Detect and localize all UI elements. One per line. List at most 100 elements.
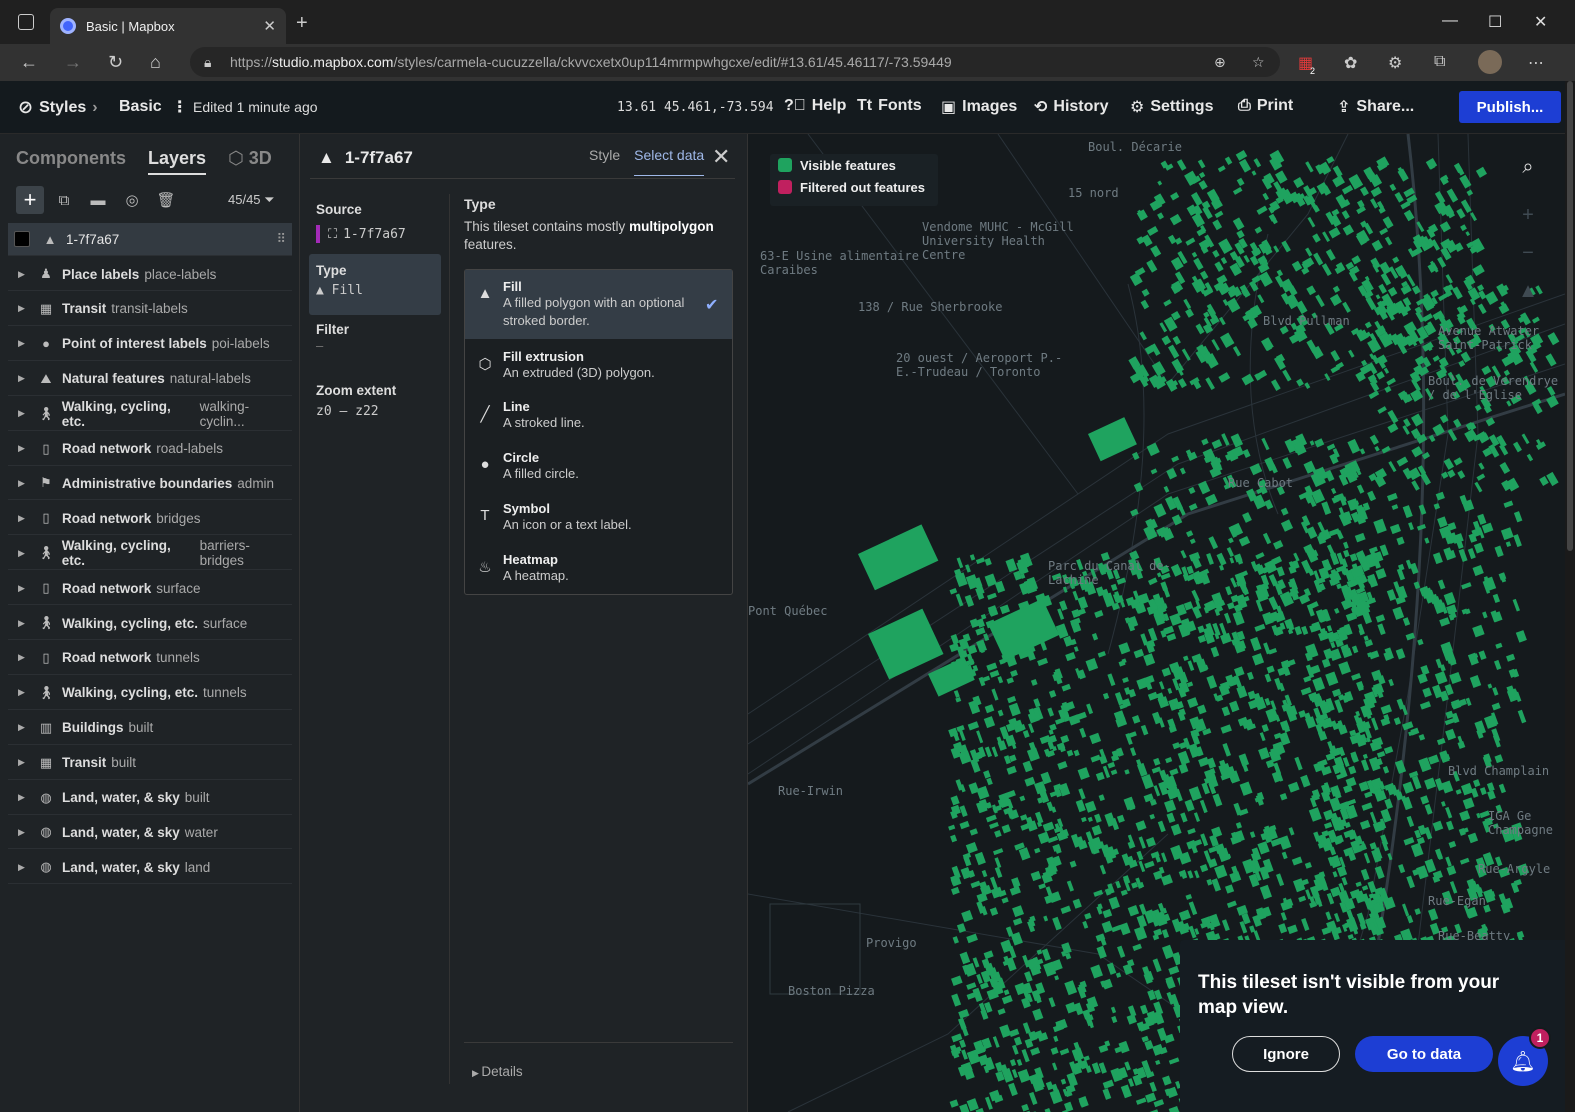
expand-triangle-icon[interactable]: ▶ bbox=[18, 618, 32, 629]
expand-triangle-icon[interactable]: ▶ bbox=[18, 478, 32, 489]
collections-icon[interactable]: ⧉ bbox=[1434, 53, 1445, 71]
drag-handle-icon[interactable]: ⠿ bbox=[276, 231, 285, 247]
zoom-out-icon[interactable]: − bbox=[1513, 242, 1543, 272]
share-button[interactable]: ⇪ Share... bbox=[1337, 97, 1414, 117]
layer-item[interactable]: ▶ ♟ Place labels place-labels bbox=[8, 258, 292, 291]
expand-triangle-icon[interactable]: ▶ bbox=[18, 373, 32, 384]
expand-triangle-icon[interactable]: ▶ bbox=[18, 269, 32, 280]
layer-item[interactable]: ▶ ⚑ Administrative boundaries admin bbox=[8, 467, 292, 501]
extensions-icon[interactable]: ⚙ bbox=[1388, 53, 1402, 73]
expand-triangle-icon[interactable]: ▶ bbox=[18, 687, 32, 698]
tab-select-data[interactable]: Select data bbox=[634, 147, 705, 176]
history-button[interactable]: ⟲ History bbox=[1034, 97, 1109, 117]
expand-triangle-icon[interactable]: ▶ bbox=[18, 443, 32, 454]
map-canvas[interactable]: Boul. Décarie 15 nord Vendome MUHC - McGil… bbox=[748, 134, 1565, 1112]
tab-style[interactable]: Style bbox=[589, 147, 620, 176]
compass-icon[interactable]: ▲ bbox=[1513, 280, 1543, 310]
hide-layer-icon[interactable]: ◎ bbox=[118, 186, 146, 214]
back-icon[interactable]: ← bbox=[20, 52, 38, 73]
zoom-in-icon[interactable]: + bbox=[1513, 204, 1543, 234]
layer-item[interactable]: ▶ 🚶︎ Walking, cycling, etc. tunnels bbox=[8, 677, 292, 710]
url-field[interactable]: 🔒︎ https://studio.mapbox.com/styles/carm… bbox=[190, 47, 1280, 77]
tab-components[interactable]: Components bbox=[16, 148, 126, 175]
expand-triangle-icon[interactable]: ▶ bbox=[18, 722, 32, 733]
scrollbar-thumb[interactable] bbox=[1567, 81, 1573, 551]
images-button[interactable]: ▣ Images bbox=[941, 97, 1017, 117]
layer-item[interactable]: ▶ ▥ Buildings built bbox=[8, 712, 292, 745]
type-option-fill-extrusion[interactable]: ⬡ Fill extrusion An extruded (3D) polygo… bbox=[465, 340, 732, 382]
layer-item[interactable]: ▶ ◍ Land, water, & sky water bbox=[8, 816, 292, 850]
delete-layer-icon[interactable]: 🗑︎ bbox=[152, 186, 180, 214]
layer-item[interactable]: ▶ ▯ Road network bridges bbox=[8, 502, 292, 536]
forward-icon[interactable]: → bbox=[64, 52, 82, 73]
profile-avatar[interactable] bbox=[1478, 50, 1502, 74]
home-icon[interactable]: ⌂ bbox=[150, 52, 161, 73]
type-option-heatmap[interactable]: ♨ Heatmap A heatmap. bbox=[465, 543, 732, 585]
maximize-icon[interactable]: ☐ bbox=[1488, 12, 1502, 32]
type-option-symbol[interactable]: T Symbol An icon or a text label. bbox=[465, 492, 732, 534]
settings-button[interactable]: ⚙ Settings bbox=[1130, 97, 1213, 117]
expand-triangle-icon[interactable]: ▶ bbox=[18, 652, 32, 663]
reload-icon[interactable]: ↻ bbox=[108, 52, 123, 73]
layer-item[interactable]: ▶ ▦ Transit transit-labels bbox=[8, 293, 292, 326]
browser-tab[interactable]: Basic | Mapbox ✕ bbox=[50, 8, 286, 44]
tab-layers[interactable]: Layers bbox=[148, 148, 207, 175]
expand-triangle-icon[interactable]: ▶ bbox=[18, 548, 32, 559]
expand-triangle-icon[interactable]: ▶ bbox=[18, 583, 32, 594]
style-name[interactable]: Basic ⋮ bbox=[119, 97, 188, 117]
add-layer-button[interactable]: + bbox=[16, 186, 44, 214]
layer-item[interactable]: ▶ ● Point of interest labels poi-labels bbox=[8, 328, 292, 361]
layer-item[interactable]: ▶ ⛰ Natural features natural-labels bbox=[8, 363, 292, 396]
close-editor-icon[interactable]: ✕ bbox=[712, 144, 730, 170]
zoom-icon[interactable]: ⊕ bbox=[1214, 54, 1226, 71]
map-search-icon[interactable]: ⌕ bbox=[1513, 156, 1543, 186]
expand-triangle-icon[interactable]: ▶ bbox=[18, 827, 32, 838]
type-option-line[interactable]: ╱ Line A stroked line. bbox=[465, 390, 732, 432]
expand-triangle-icon[interactable]: ▶ bbox=[18, 757, 32, 768]
source-value[interactable]: ⛶ 1-7f7a67 bbox=[316, 225, 406, 243]
type-option-circle[interactable]: ● Circle A filled circle. bbox=[465, 441, 732, 483]
page-scrollbar[interactable] bbox=[1565, 81, 1575, 1112]
layer-item-selected[interactable]: ▲ 1-7f7a67 ⠿ bbox=[8, 223, 292, 256]
layer-item[interactable]: ▶ ▯ Road network surface bbox=[8, 572, 292, 606]
close-window-icon[interactable]: ✕ bbox=[1534, 12, 1547, 32]
symbol-icon: T bbox=[480, 507, 490, 524]
group-folder-icon[interactable]: ▬ bbox=[84, 186, 112, 214]
duplicate-layer-icon[interactable]: ⧉ bbox=[50, 186, 78, 214]
layer-item[interactable]: ▶ ▦ Transit built bbox=[8, 747, 292, 780]
tab-actions-icon[interactable] bbox=[18, 14, 34, 30]
more-menu-icon[interactable]: ⋯ bbox=[1528, 53, 1544, 73]
extension2-icon[interactable]: ✿ bbox=[1344, 53, 1357, 73]
details-toggle[interactable]: ▶ Details bbox=[472, 1064, 523, 1079]
filter-label[interactable]: Filter bbox=[316, 322, 349, 337]
type-option-fill[interactable]: ▲ Fill A filled polygon with an optional… bbox=[465, 270, 732, 339]
print-button[interactable]: ⎙ Print bbox=[1238, 97, 1293, 115]
publish-button[interactable]: Publish... bbox=[1459, 91, 1561, 123]
expand-triangle-icon[interactable]: ▶ bbox=[18, 792, 32, 803]
go-to-data-button[interactable]: Go to data bbox=[1355, 1036, 1493, 1072]
expand-triangle-icon[interactable]: ▶ bbox=[18, 862, 32, 873]
ignore-button[interactable]: Ignore bbox=[1232, 1036, 1340, 1072]
layer-item[interactable]: ▶ ▯ Road network tunnels bbox=[8, 642, 292, 675]
new-tab-icon[interactable]: + bbox=[296, 12, 308, 35]
close-tab-icon[interactable]: ✕ bbox=[263, 17, 276, 35]
fonts-button[interactable]: Tt Fonts bbox=[857, 97, 922, 115]
expand-triangle-icon[interactable]: ▶ bbox=[18, 408, 32, 419]
layer-item[interactable]: ▶ ▯ Road network road-labels bbox=[8, 433, 292, 466]
help-button[interactable]: ?⃝ Help bbox=[784, 97, 846, 115]
layer-item[interactable]: ▶ ◍ Land, water, & sky built bbox=[8, 782, 292, 815]
style-menu-icon[interactable]: ⋮ bbox=[172, 97, 188, 117]
layer-item[interactable]: ▶ 🚶︎ Walking, cycling, etc. surface bbox=[8, 607, 292, 640]
tab-3d[interactable]: ⬡ 3D bbox=[228, 148, 272, 175]
layer-item[interactable]: ▶ ◍ Land, water, & sky land bbox=[8, 851, 292, 885]
expand-triangle-icon[interactable]: ▶ bbox=[18, 513, 32, 524]
zoom-extent-label[interactable]: Zoom extent bbox=[316, 383, 396, 398]
expand-triangle-icon[interactable]: ▶ bbox=[18, 303, 32, 314]
favorite-icon[interactable]: ☆ bbox=[1252, 54, 1265, 71]
styles-link[interactable]: ⊘ Styles › bbox=[18, 97, 98, 118]
minimize-icon[interactable]: — bbox=[1442, 12, 1458, 30]
layer-count[interactable]: 45/45 ⏷ bbox=[228, 192, 275, 208]
expand-triangle-icon[interactable]: ▶ bbox=[18, 338, 32, 349]
layer-item[interactable]: ▶ 🚶︎ Walking, cycling, etc. barriers-bri… bbox=[8, 537, 292, 571]
layer-item[interactable]: ▶ 🚶︎ Walking, cycling, etc. walking-cycl… bbox=[8, 398, 292, 431]
